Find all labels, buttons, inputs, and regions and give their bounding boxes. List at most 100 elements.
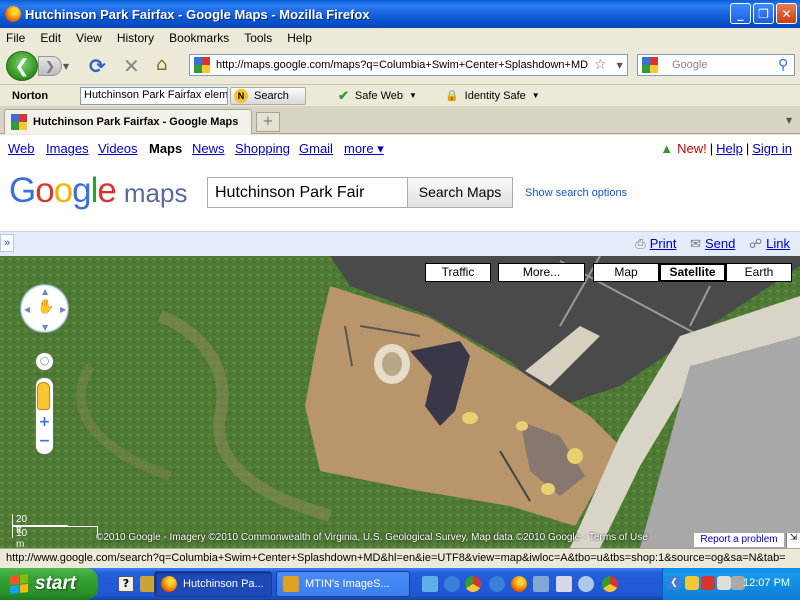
norton-menu[interactable]: Norton bbox=[12, 90, 80, 102]
scale-m: 10 m bbox=[16, 528, 28, 548]
monitor-icon[interactable] bbox=[556, 576, 572, 592]
gbar-shopping[interactable]: Shopping bbox=[235, 141, 290, 156]
menu-view[interactable]: View bbox=[76, 31, 102, 45]
bookmark-star-icon[interactable]: ☆ bbox=[594, 57, 607, 73]
norton-search-label: Search bbox=[254, 89, 289, 102]
search-icon[interactable]: ⚲ bbox=[778, 57, 788, 73]
safe-web-menu[interactable]: ✔ Safe Web ▼ bbox=[338, 88, 417, 104]
more-button[interactable]: More... bbox=[498, 263, 585, 282]
browser-icon[interactable] bbox=[489, 576, 505, 592]
satellite-imagery bbox=[0, 256, 800, 548]
start-button[interactable]: start bbox=[0, 568, 98, 600]
forward-button[interactable]: ❯ bbox=[38, 56, 62, 76]
help-icon[interactable]: ? bbox=[118, 576, 134, 592]
sign-in-link[interactable]: Sign in bbox=[752, 141, 792, 156]
gbar-web[interactable]: Web bbox=[8, 141, 35, 156]
gbar-right: ▲ New! | Help | Sign in bbox=[660, 141, 792, 156]
pan-left-icon[interactable]: ◀ bbox=[24, 305, 30, 314]
menu-file[interactable]: File bbox=[6, 31, 25, 45]
chain-link-icon[interactable]: ☍ bbox=[749, 236, 762, 251]
task-imageshack-label: MTIN's ImageS... bbox=[305, 578, 390, 590]
gbar-news[interactable]: News bbox=[192, 141, 225, 156]
back-button[interactable]: ❮ bbox=[6, 51, 38, 81]
map-type-map[interactable]: Map bbox=[593, 263, 659, 282]
print-link[interactable]: Print bbox=[650, 236, 677, 251]
task-imageshack[interactable]: MTIN's ImageS... bbox=[276, 571, 410, 597]
norton-search-button[interactable]: N Search bbox=[230, 86, 306, 105]
pan-up-icon[interactable]: ▲ bbox=[42, 287, 48, 296]
network-tray-icon[interactable] bbox=[717, 576, 731, 590]
google-maps-logo[interactable]: Google maps bbox=[9, 171, 187, 211]
pan-down-icon[interactable]: ▼ bbox=[42, 323, 48, 332]
chrome-icon[interactable] bbox=[602, 576, 618, 592]
report-problem-link[interactable]: Report a problem bbox=[694, 533, 784, 547]
bird-icon[interactable] bbox=[422, 576, 438, 592]
maximize-button[interactable]: ❐ bbox=[753, 3, 774, 24]
identity-safe-label: Identity Safe bbox=[464, 89, 526, 102]
app-icon[interactable] bbox=[533, 576, 549, 592]
envelope-icon[interactable]: ✉ bbox=[690, 236, 701, 251]
map-type-earth[interactable]: Earth bbox=[726, 263, 792, 282]
task-firefox[interactable]: Hutchinson Pa... bbox=[154, 571, 272, 597]
send-link[interactable]: Send bbox=[705, 236, 735, 251]
search-placeholder[interactable]: Google bbox=[672, 59, 778, 71]
maps-search-input[interactable]: Hutchinson Park Fair bbox=[207, 177, 407, 208]
chevron-left-icon[interactable]: ❮ bbox=[667, 576, 681, 590]
show-search-options-link[interactable]: Show search options bbox=[525, 187, 627, 199]
menu-edit[interactable]: Edit bbox=[40, 31, 61, 45]
menu-tools[interactable]: Tools bbox=[244, 31, 272, 45]
identity-safe-menu[interactable]: 🔒 Identity Safe ▼ bbox=[444, 89, 540, 103]
menu-history[interactable]: History bbox=[117, 31, 154, 45]
tab-google-maps[interactable]: Hutchinson Park Fairfax - Google Maps bbox=[4, 109, 252, 134]
map-type-satellite[interactable]: Satellite bbox=[659, 263, 726, 282]
lock-icon: 🔒 bbox=[444, 90, 459, 102]
firefox-icon[interactable] bbox=[511, 576, 527, 592]
new-label[interactable]: New! bbox=[677, 141, 707, 156]
circle-icon[interactable]: ○ bbox=[36, 353, 53, 370]
safe-web-label: Safe Web bbox=[354, 89, 404, 102]
pan-control[interactable]: ▲ ▼ ◀ ▶ ✋ bbox=[20, 284, 69, 333]
web-search-box[interactable]: Google ⚲ bbox=[637, 54, 795, 76]
url-text[interactable]: http://maps.google.com/maps?q=Columbia+S… bbox=[216, 59, 588, 71]
help-link[interactable]: Help bbox=[716, 141, 743, 156]
separator: | bbox=[709, 141, 714, 156]
menu-help[interactable]: Help bbox=[287, 31, 312, 45]
close-button[interactable]: ✕ bbox=[776, 3, 797, 24]
hand-icon: ✋ bbox=[37, 299, 55, 315]
url-dropdown-icon[interactable]: ▼ bbox=[617, 61, 623, 70]
disc-icon[interactable] bbox=[578, 576, 594, 592]
traffic-button[interactable]: Traffic bbox=[425, 263, 491, 282]
norton-tray-icon[interactable] bbox=[685, 576, 699, 590]
gbar-images[interactable]: Images bbox=[46, 141, 89, 156]
norton-search-input[interactable]: Hutchinson Park Fairfax elem bbox=[80, 86, 228, 105]
url-bar[interactable]: http://maps.google.com/maps?q=Columbia+S… bbox=[189, 54, 628, 76]
home-icon[interactable]: ⌂ bbox=[156, 54, 167, 75]
gbar-more[interactable]: more ▾ bbox=[344, 141, 384, 157]
minimize-button[interactable]: _ bbox=[730, 3, 751, 24]
zoom-in-button[interactable]: + bbox=[36, 414, 53, 430]
link-link[interactable]: Link bbox=[766, 236, 790, 251]
pan-right-icon[interactable]: ▶ bbox=[60, 305, 66, 314]
search-maps-button[interactable]: Search Maps bbox=[407, 177, 513, 208]
search-engine-icon[interactable] bbox=[642, 57, 658, 73]
collapse-panel-button[interactable]: » bbox=[0, 234, 14, 252]
pegman-icon[interactable] bbox=[37, 382, 50, 410]
new-tab-button[interactable]: + bbox=[256, 112, 280, 132]
history-dropdown-icon[interactable]: ▼ bbox=[63, 62, 69, 71]
zoom-out-button[interactable]: − bbox=[36, 433, 53, 449]
chrome-icon[interactable] bbox=[465, 576, 481, 592]
labs-flask-icon: ▲ bbox=[660, 141, 674, 156]
resize-map-icon[interactable]: ⇲ bbox=[786, 533, 800, 548]
print-icon[interactable]: ⎙ bbox=[635, 236, 645, 251]
gbar-maps[interactable]: Maps bbox=[149, 141, 182, 156]
reload-icon[interactable]: ⟳ bbox=[89, 54, 106, 78]
menu-bookmarks[interactable]: Bookmarks bbox=[169, 31, 229, 45]
gbar-gmail[interactable]: Gmail bbox=[299, 141, 333, 156]
map-copyright: ©2010 Google - Imagery ©2010 Commonwealt… bbox=[96, 532, 648, 543]
tab-list-icon[interactable]: ▼ bbox=[786, 116, 792, 125]
ie-icon[interactable] bbox=[444, 576, 460, 592]
satellite-map[interactable]: Traffic More... Map Satellite Earth ▲ ▼ … bbox=[0, 256, 800, 548]
security-tray-icon[interactable] bbox=[701, 576, 715, 590]
stop-icon[interactable]: ✕ bbox=[123, 54, 140, 78]
gbar-videos[interactable]: Videos bbox=[98, 141, 138, 156]
